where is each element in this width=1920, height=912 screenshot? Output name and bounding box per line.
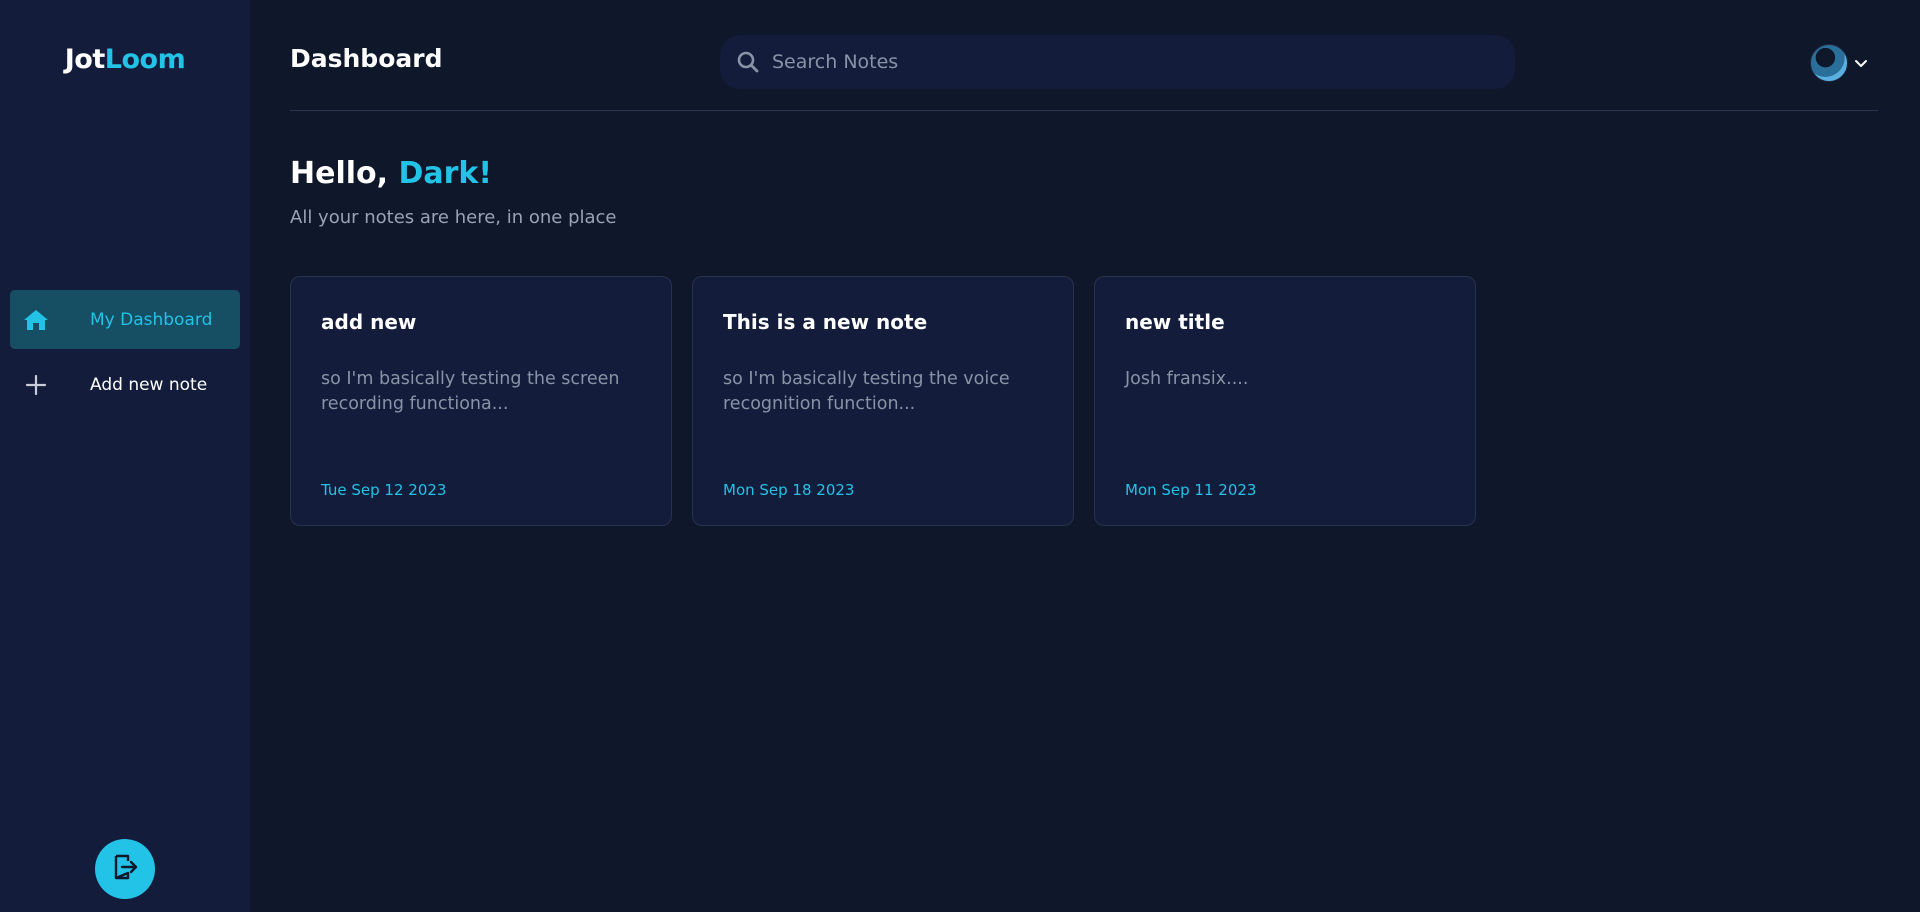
sidebar-item-my-dashboard[interactable]: My Dashboard bbox=[10, 290, 240, 349]
note-date: Mon Sep 11 2023 bbox=[1125, 481, 1257, 499]
note-excerpt: so I'm basically testing the voice recog… bbox=[723, 369, 1010, 414]
greeting-heading: Hello, Dark! bbox=[290, 156, 492, 191]
plus-icon bbox=[22, 371, 50, 399]
logout-icon bbox=[111, 853, 139, 885]
sidebar-nav: My Dashboard Add new note bbox=[10, 290, 240, 420]
search-icon bbox=[736, 50, 760, 74]
avatar[interactable] bbox=[1810, 44, 1848, 82]
note-excerpt: Josh fransix.... bbox=[1125, 369, 1249, 389]
sidebar: JotLoom My Dashboard Add new note bbox=[0, 0, 250, 912]
page-title: Dashboard bbox=[290, 44, 443, 73]
app: JotLoom My Dashboard Add new note Dashbo… bbox=[0, 0, 1920, 912]
note-title: add new bbox=[321, 310, 417, 334]
user-name: Dark! bbox=[398, 156, 493, 191]
home-icon bbox=[22, 306, 50, 334]
logout-button[interactable] bbox=[95, 839, 155, 899]
note-excerpt: so I'm basically testing the screen reco… bbox=[321, 369, 620, 414]
notes-grid: add new so I'm basically testing the scr… bbox=[290, 276, 1476, 526]
note-date: Tue Sep 12 2023 bbox=[321, 481, 447, 499]
logo-text-loom: Loom bbox=[104, 44, 186, 75]
greeting-subtitle: All your notes are here, in one place bbox=[290, 207, 617, 228]
sidebar-item-label: Add new note bbox=[90, 374, 208, 395]
chevron-down-icon[interactable] bbox=[1854, 56, 1868, 70]
sidebar-item-label: My Dashboard bbox=[90, 309, 213, 330]
greeting-prefix: Hello, bbox=[290, 156, 399, 191]
note-title: This is a new note bbox=[723, 310, 928, 334]
note-title: new title bbox=[1125, 310, 1225, 334]
logo-text-jot: Jot bbox=[64, 44, 106, 75]
note-card[interactable]: This is a new note so I'm basically test… bbox=[692, 276, 1074, 526]
main-content: Dashboard Hello, Dark! bbox=[250, 0, 1920, 912]
note-card[interactable]: add new so I'm basically testing the scr… bbox=[290, 276, 672, 526]
app-logo[interactable]: JotLoom bbox=[0, 44, 250, 75]
note-card[interactable]: new title Josh fransix.... Mon Sep 11 20… bbox=[1094, 276, 1476, 526]
note-date: Mon Sep 18 2023 bbox=[723, 481, 855, 499]
search-bar[interactable] bbox=[720, 35, 1515, 89]
user-menu[interactable] bbox=[1810, 44, 1868, 82]
sidebar-item-add-new-note[interactable]: Add new note bbox=[10, 355, 240, 414]
top-bar: Dashboard bbox=[290, 0, 1878, 111]
search-input[interactable] bbox=[772, 51, 1472, 73]
